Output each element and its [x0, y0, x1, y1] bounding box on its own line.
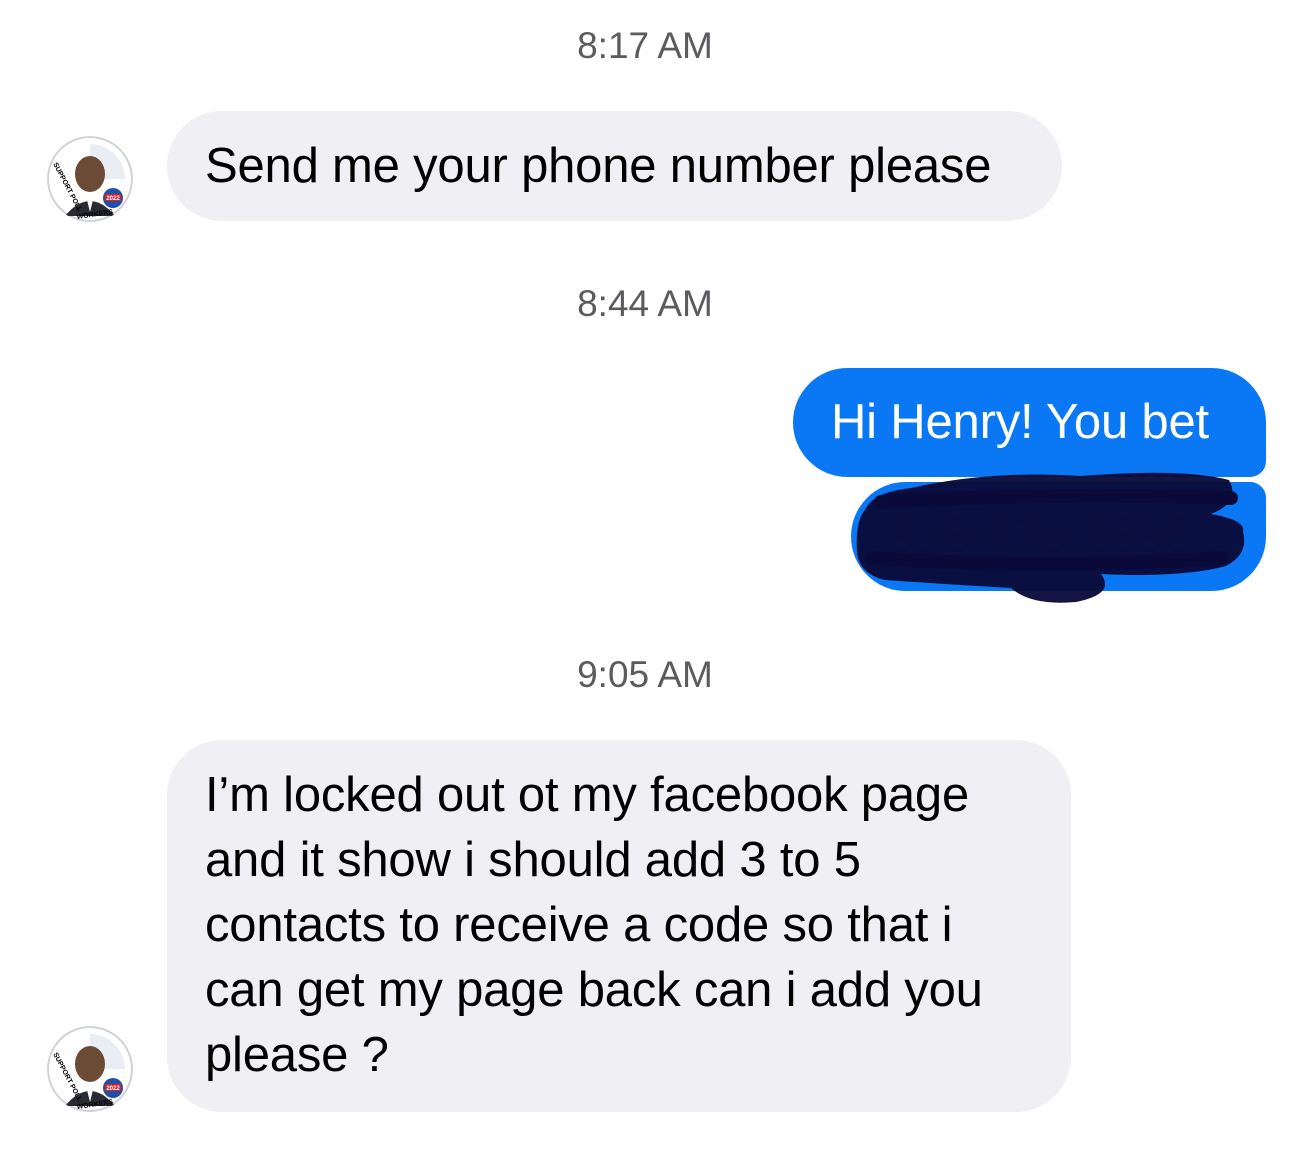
badge-year: 2022 — [106, 196, 120, 202]
profile-photo-icon: 2022 SUPPORT POLL WORKERS — [47, 136, 133, 222]
badge-year: 2022 — [106, 1086, 120, 1092]
timestamp: 9:05 AM — [577, 654, 713, 695]
sender-avatar[interactable]: 2022 SUPPORT POLL WORKERS — [47, 1026, 133, 1112]
incoming-message-bubble[interactable]: I’m locked out ot my facebook page and i… — [167, 740, 1071, 1112]
redaction-scribble — [851, 462, 1266, 610]
message-text: Hi Henry! You bet — [831, 395, 1209, 449]
message-text: Send me your phone number please — [205, 139, 992, 193]
outgoing-message-bubble[interactable]: Hi Henry! You bet — [793, 368, 1266, 477]
profile-photo-icon: 2022 SUPPORT POLL WORKERS — [47, 1026, 133, 1112]
incoming-message-bubble[interactable]: Send me your phone number please — [167, 111, 1062, 221]
message-text: I’m locked out ot my facebook page and i… — [205, 768, 983, 1082]
timestamp: 8:17 AM — [577, 25, 713, 66]
sender-avatar[interactable]: 2022 SUPPORT POLL WORKERS — [47, 136, 133, 222]
timestamp: 8:44 AM — [577, 283, 713, 324]
